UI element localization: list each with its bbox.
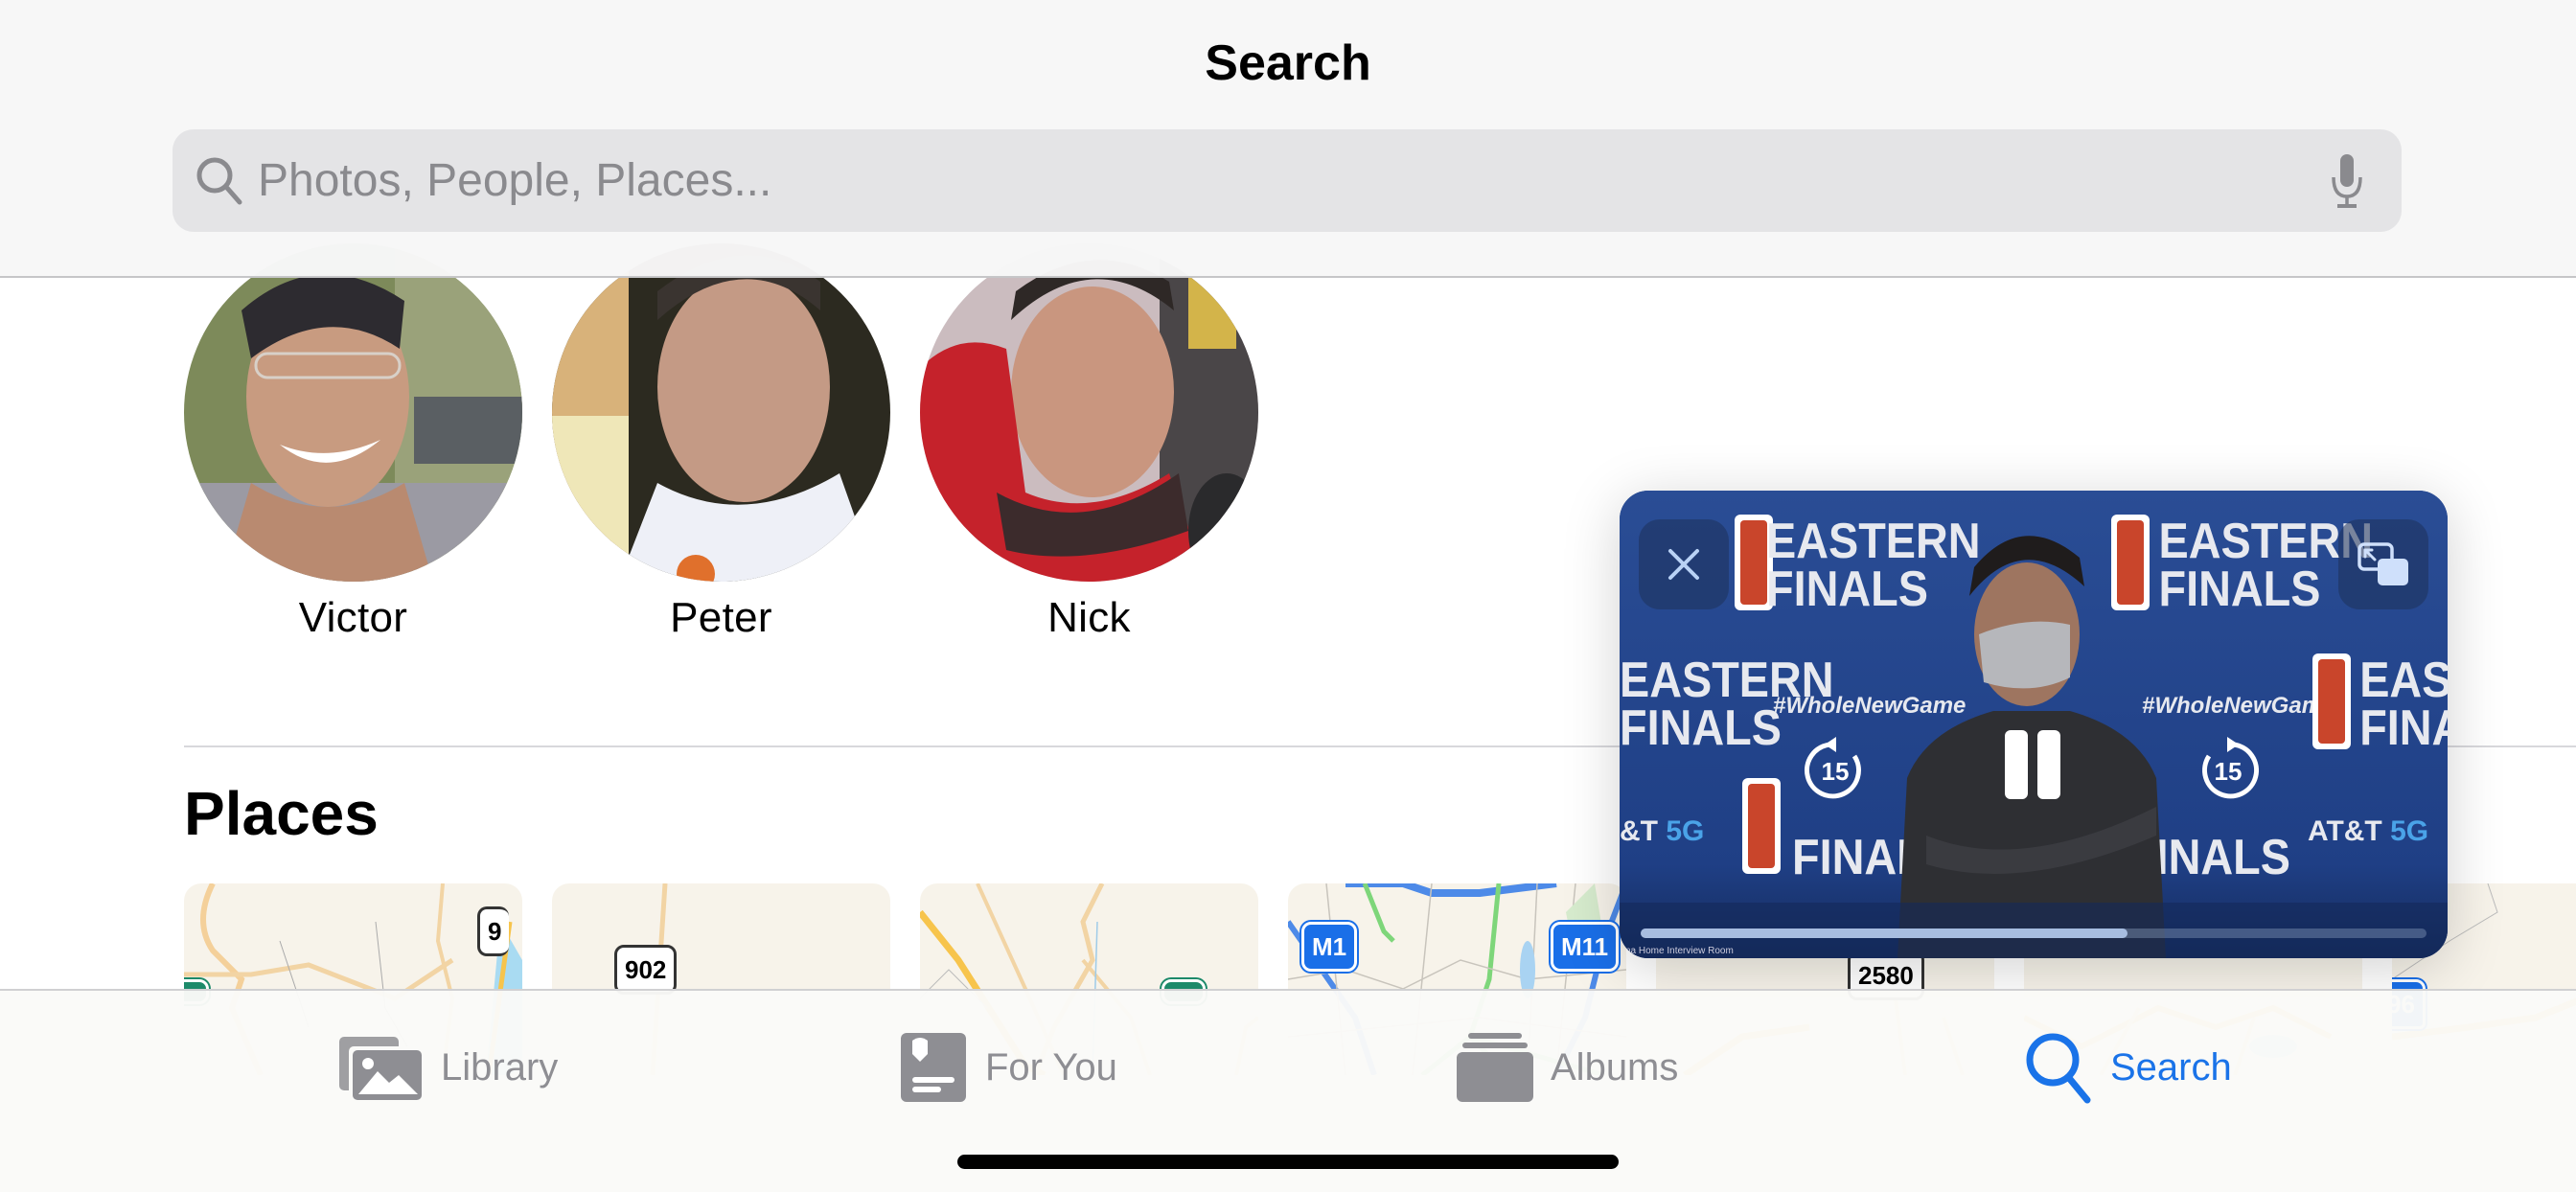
avatar[interactable]: [920, 243, 1258, 582]
search-icon: [2026, 1033, 2091, 1104]
tab-library[interactable]: Library: [339, 1029, 558, 1106]
tab-label: Library: [441, 1045, 559, 1089]
search-input[interactable]: [258, 154, 2270, 207]
person-name: Victor: [298, 594, 408, 641]
tab-label: For You: [985, 1045, 1117, 1089]
pause-icon: [2005, 730, 2060, 799]
close-icon: [1668, 549, 1699, 580]
svg-text:FINALS: FINALS: [2159, 562, 2321, 617]
route-shield: M11: [1551, 922, 1620, 972]
pause-button[interactable]: [2003, 728, 2064, 806]
playback-progress-fill: [1641, 928, 2128, 938]
page-title: Search: [1205, 35, 1371, 91]
tab-label: Search: [2110, 1045, 2232, 1089]
svg-text:FINALS: FINALS: [1766, 562, 1928, 617]
svg-text:FINALS: FINALS: [1620, 700, 1782, 756]
skip-back-15-icon: 15: [1805, 737, 1861, 799]
skip-forward-15-icon: 15: [2202, 737, 2259, 799]
playback-progress-bar[interactable]: [1641, 928, 2426, 938]
search-icon: [194, 154, 247, 208]
tab-bar: Library For You Albums Search: [0, 989, 2576, 1192]
route-shield: M1: [1301, 922, 1358, 972]
svg-text:15: 15: [1822, 757, 1850, 786]
avatar[interactable]: [184, 243, 522, 582]
places-heading: Places: [184, 779, 379, 848]
albums-icon: [1457, 1033, 1533, 1102]
avatar[interactable]: [552, 243, 890, 582]
person-photo: [920, 243, 1258, 582]
svg-text:AT&T 5G: AT&T 5G: [2308, 815, 2428, 847]
person-name: Peter: [670, 594, 772, 641]
svg-text:&T 5G: &T 5G: [1620, 815, 1704, 847]
svg-text:FINALS: FINALS: [2359, 700, 2448, 756]
person-name: Nick: [1047, 594, 1131, 641]
for-you-icon: [901, 1033, 966, 1102]
svg-text:#WholeNewGame: #WholeNewGame: [1773, 693, 1966, 719]
search-field[interactable]: [172, 129, 2402, 232]
route-shield: 902: [614, 945, 678, 995]
tab-for-you[interactable]: For You: [899, 1029, 1117, 1106]
picture-in-picture-player[interactable]: EASTERN FINALS EASTERN FINALS EASTERN FI…: [1620, 491, 2448, 958]
photo-library-icon: [339, 1037, 422, 1100]
microphone-icon[interactable]: [2331, 154, 2363, 208]
tab-search[interactable]: Search: [2024, 1029, 2232, 1106]
restore-fullscreen-button[interactable]: [2338, 519, 2428, 609]
video-caption: na Home Interview Room: [1625, 946, 1734, 956]
svg-text:#WholeNewGame: #WholeNewGame: [2142, 693, 2334, 719]
home-indicator[interactable]: [957, 1155, 1619, 1169]
close-button[interactable]: [1639, 519, 1729, 609]
tab-label: Albums: [1551, 1045, 1679, 1089]
video-frame: EASTERN FINALS EASTERN FINALS EASTERN FI…: [1620, 491, 2448, 958]
person-photo: [552, 243, 890, 582]
route-shield: 9: [477, 906, 510, 956]
tab-albums[interactable]: Albums: [1457, 1029, 1678, 1106]
exit-pip-icon: [2358, 542, 2408, 585]
person-photo: [184, 243, 522, 582]
svg-text:15: 15: [2215, 757, 2242, 786]
skip-back-button[interactable]: 15: [1802, 735, 1869, 807]
navigation-header: Search: [0, 0, 2576, 278]
skip-forward-button[interactable]: 15: [2195, 735, 2262, 807]
